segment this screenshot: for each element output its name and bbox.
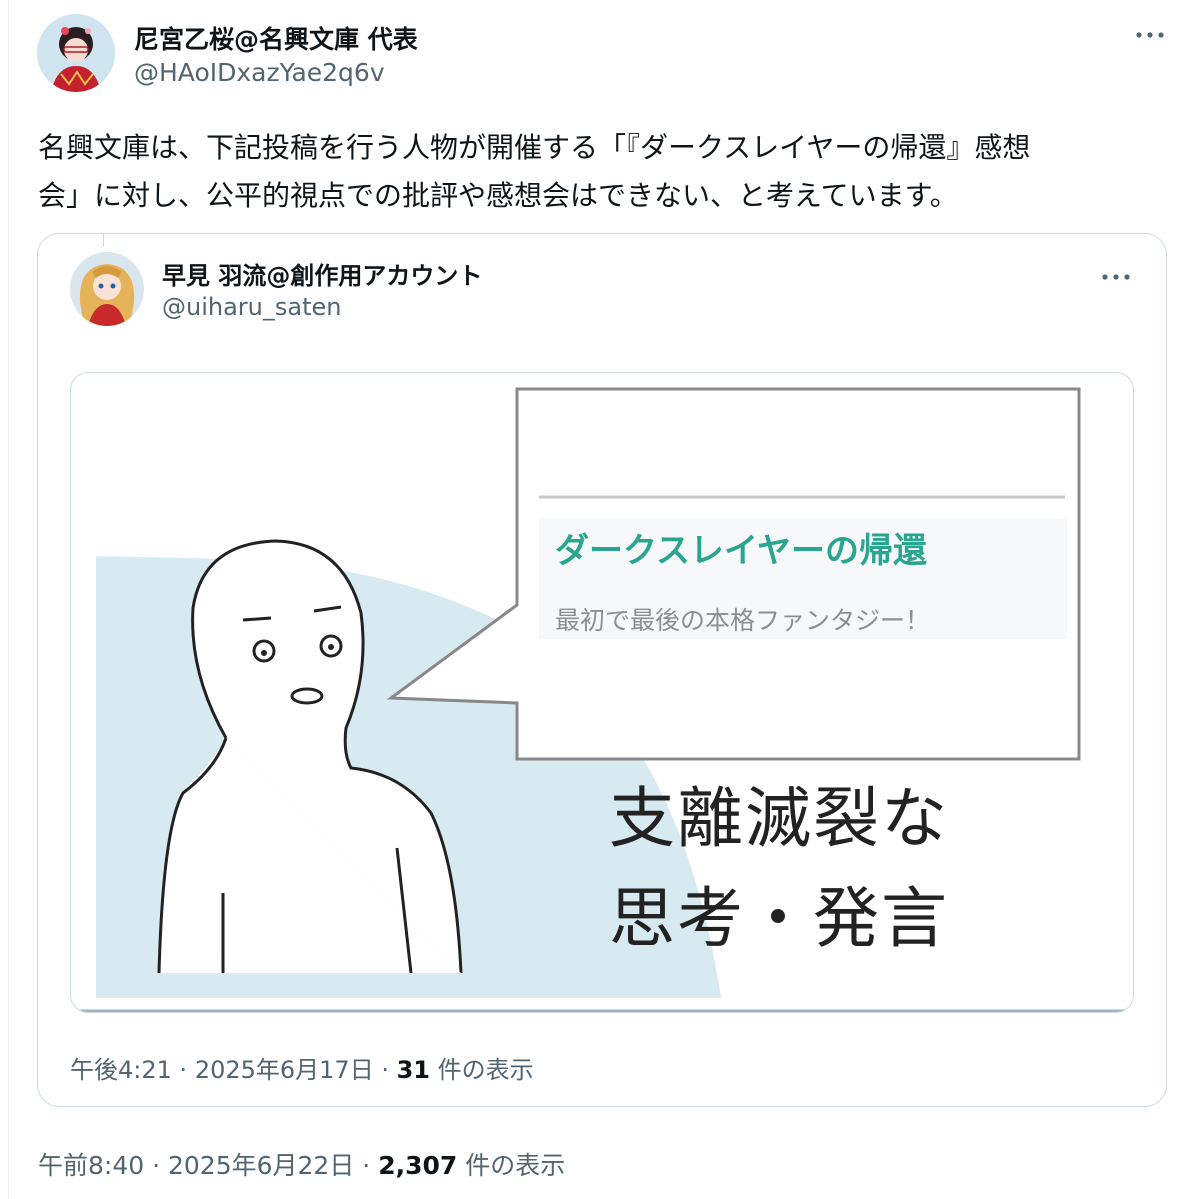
bubble-subtitle: 最初で最後の本格ファンタジー！ — [555, 606, 931, 635]
tweet-meta: 午前8:40 · 2025年6月22日 · 2,307 件の表示 — [38, 1146, 565, 1182]
quoted-author-avatar[interactable] — [70, 252, 144, 326]
timeline-divider — [8, 0, 9, 1199]
image-caption-line-1: 支離滅裂な — [609, 780, 949, 857]
meta-separator: · — [362, 1151, 379, 1180]
tweet-date[interactable]: 2025年6月22日 — [168, 1151, 354, 1180]
author-name[interactable]: 尼宮乙桜@名興文庫 代表 — [134, 20, 418, 56]
author-handle[interactable]: @HAoIDxazYae2q6v — [134, 58, 385, 87]
author-avatar[interactable] — [37, 14, 115, 92]
quoted-author-name[interactable]: 早見 羽流@創作用アカウント — [162, 256, 482, 291]
quoted-tweet-meta: 午後4:21 · 2025年6月17日 · 31 件の表示 — [70, 1050, 534, 1085]
quoted-views-label: 件の表示 — [437, 1056, 534, 1084]
quote-connector — [103, 233, 104, 247]
quoted-author-handle[interactable]: @uiharu_saten — [162, 293, 341, 321]
quoted-tweet-image[interactable]: ダークスレイヤーの帰還 最初で最後の本格ファンタジー！ 支離滅裂な 思考・発言 — [70, 372, 1134, 1013]
more-icon[interactable] — [1134, 20, 1166, 48]
image-caption-line-2: 思考・発言 — [609, 880, 949, 957]
tweet-views-count: 2,307 — [378, 1151, 458, 1180]
tweet-text: 名興文庫は、下記投稿を行う人物が開催する「『ダークスレイヤーの帰還』感想 会」に… — [38, 124, 1178, 220]
tweet-time[interactable]: 午前8:40 — [38, 1151, 144, 1180]
meta-separator: · — [152, 1151, 168, 1180]
tweet-text-line-1: 名興文庫は、下記投稿を行う人物が開催する「『ダークスレイヤーの帰還』感想 — [38, 131, 1031, 164]
illustration — [71, 387, 1133, 1012]
meta-separator: · — [381, 1056, 397, 1084]
quoted-views-count: 31 — [396, 1056, 431, 1084]
quoted-date[interactable]: 2025年6月17日 — [195, 1056, 374, 1084]
tweet-views-label: 件の表示 — [465, 1151, 566, 1180]
more-icon[interactable] — [1100, 262, 1132, 290]
bubble-title: ダークスレイヤーの帰還 — [555, 531, 927, 571]
meta-separator: · — [179, 1056, 195, 1084]
tweet-text-line-2: 会」に対し、公平的視点での批評や感想会はできない、と考えています。 — [38, 179, 958, 212]
quoted-time[interactable]: 午後4:21 — [70, 1056, 172, 1084]
